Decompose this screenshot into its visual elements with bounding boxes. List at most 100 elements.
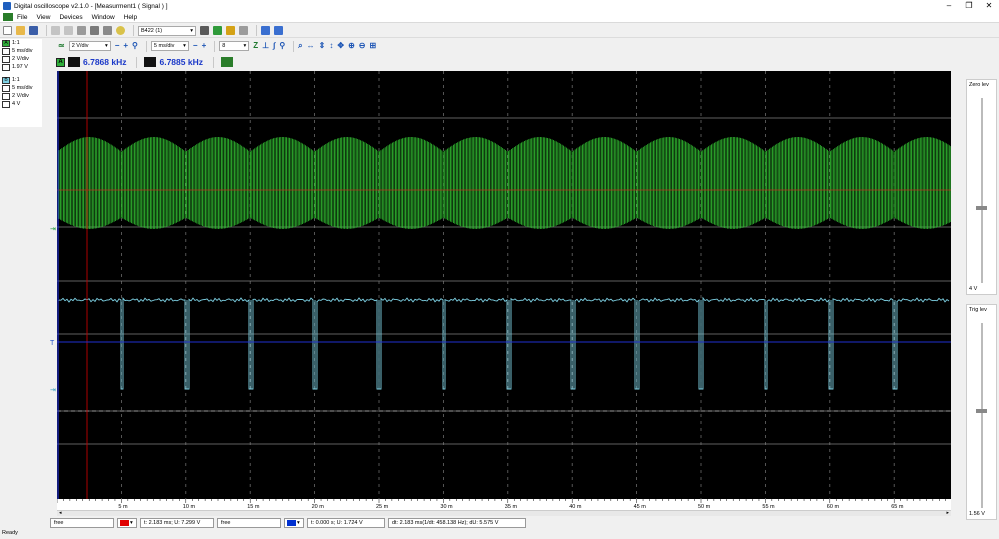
cursor-move-icon[interactable] [261,26,270,35]
separator [293,40,295,52]
separator [136,56,138,68]
compress-vertical-icon[interactable]: ⇕ [319,41,326,51]
trigger-edge-icon[interactable]: ⊥ [262,41,269,51]
menu-window[interactable]: Window [92,14,115,21]
trigger-marker-icon[interactable]: T [50,340,54,347]
print-icon[interactable] [90,26,99,35]
tools-icon[interactable] [200,26,209,35]
zoom-in-icon[interactable]: ⊕ [348,41,355,51]
binoculars-icon[interactable]: ⚲ [132,41,138,51]
channel-a-probe[interactable]: A 1:1 [0,39,42,47]
stop-icon[interactable] [239,26,248,35]
offset-icon [2,63,10,71]
cursor1-color-swatch [120,520,129,526]
channel-b-indicator [220,57,233,67]
trigger-level-control[interactable]: Trig lev 1.56 V [966,304,997,520]
frequency-bar: A 6.7868 kHz 6.7885 kHz [56,55,956,69]
play-icon[interactable] [213,26,222,35]
cursor1-mode-select[interactable]: free [50,518,114,528]
copy-icon[interactable] [64,26,73,35]
zoom-out-icon[interactable]: ⊖ [359,41,366,51]
bits-value: 8 [222,43,226,49]
trigger-slope-icon[interactable]: ∫ [273,41,275,51]
device-select[interactable]: B422 (1) ▾ [138,25,196,36]
scroll-right-icon[interactable]: ▸ [946,510,949,516]
square-wave-icon [144,57,157,67]
close-button[interactable]: ✕ [979,0,999,12]
channel-b-waveform [58,296,950,390]
channel-a-time-value: 5 ms/div [12,48,33,54]
move-icon[interactable]: ✥ [337,41,344,51]
new-icon[interactable] [3,26,12,35]
plus-icon[interactable]: + [202,41,207,51]
channel-a-offset-value: 1.97 V [12,64,28,70]
menu-view[interactable]: View [36,14,50,21]
window-title: Digital oscilloscope v2.1.0 - [Measurmen… [14,2,168,10]
menu-devices[interactable]: Devices [59,14,82,21]
coupling-icon[interactable]: ≃ [58,41,65,51]
channel-b-probe[interactable]: B 1:1 [0,76,42,84]
cursor1-readout: t: 2.183 ms; U: 7.299 V [140,518,214,528]
channel-b-offset-value: 4 V [12,101,21,107]
zero-level-control[interactable]: Zero lev 4 V [966,79,997,295]
timebase-select[interactable]: 5 ms/div ▾ [150,41,189,51]
channel-b-time: 5 ms/div [0,84,42,92]
printer-setup-icon[interactable] [103,26,112,35]
minimize-button[interactable]: – [939,0,959,12]
trigger-level-track[interactable] [981,323,983,508]
zero-level-label: Zero lev [969,82,989,88]
fit-icon[interactable]: ⊞ [369,41,376,51]
paste-icon[interactable] [77,26,86,35]
bits-select[interactable]: 8 ▾ [219,41,250,51]
menu-help[interactable]: Help [124,14,137,21]
minus-icon[interactable]: − [115,41,120,51]
delta-readout: dt: 2.183 ms(1/dt: 458.138 Hz); dU: 5.57… [388,518,526,528]
offset-icon [2,100,10,108]
cursors[interactable] [57,71,951,499]
cursor-status-bar: free ▾ t: 2.183 ms; U: 7.299 V free ▾ t:… [50,517,999,529]
chevron-down-icon: ▾ [104,43,108,49]
save-icon[interactable] [29,26,38,35]
channel-a-volts-value: 2 V/div [12,56,29,62]
cursor1-color-select[interactable]: ▾ [117,518,137,528]
x-axis: 5 m 10 m 15 m 20 m 25 m 30 m 35 m 40 m 45 m 50 m5… [57,499,951,510]
horizontal-scrollbar[interactable]: ◂ ▸ [57,510,951,516]
app-icon [3,2,11,10]
trigger-level-slider[interactable] [976,409,987,413]
channel-b-marker-icon[interactable]: ⇥ [50,386,56,394]
level-panel: Zero lev 4 V Trig lev 1.56 V [962,71,999,521]
channel-a-marker-icon[interactable]: ⇥ [50,225,56,233]
trigger-icon[interactable]: Z [253,41,258,51]
volts-div-select[interactable]: 2 V/div ▾ [68,41,111,51]
volts-icon [2,55,10,63]
pause-icon[interactable] [226,26,235,35]
channel-toolbar: ≃ 2 V/div ▾ − + ⚲ 5 ms/div ▾ − + 8 ▾ Z ⊥ ∫ … [0,39,999,53]
scroll-left-icon[interactable]: ◂ [59,510,62,516]
plus-icon[interactable]: + [123,41,128,51]
menu-file[interactable]: File [17,14,27,21]
separator [212,56,214,68]
zoom-icon[interactable]: ⌕ [298,41,302,51]
cursor2-mode-select[interactable]: free [217,518,281,528]
channel-b-offset: 4 V [0,100,42,108]
binoculars-icon[interactable]: ⚲ [279,41,285,51]
channel-b-volts: 2 V/div [0,92,42,100]
expand-horizontal-icon[interactable]: ↔ [307,41,315,51]
channel-b-badge: B [2,76,10,84]
cut-icon[interactable] [51,26,60,35]
maximize-button[interactable]: ❐ [959,0,979,12]
expand-vertical-icon[interactable]: ↕ [329,41,333,51]
minus-icon[interactable]: − [193,41,198,51]
timebase-value: 5 ms/div [153,43,175,49]
help-icon[interactable] [116,26,125,35]
time-icon [2,84,10,92]
cursor-single-icon[interactable] [274,26,283,35]
channel-info-panel: A 1:1 5 ms/div 2 V/div 1.97 V B 1:1 5 ms/d… [0,39,42,127]
cursor2-color-select[interactable]: ▾ [284,518,304,528]
menu-bar: File View Devices Window Help [0,12,999,23]
scope-screen[interactable] [57,71,951,499]
zero-level-track[interactable] [981,98,983,283]
channel-b-time-value: 5 ms/div [12,85,33,91]
open-icon[interactable] [16,26,25,35]
zero-level-slider[interactable] [976,206,987,210]
